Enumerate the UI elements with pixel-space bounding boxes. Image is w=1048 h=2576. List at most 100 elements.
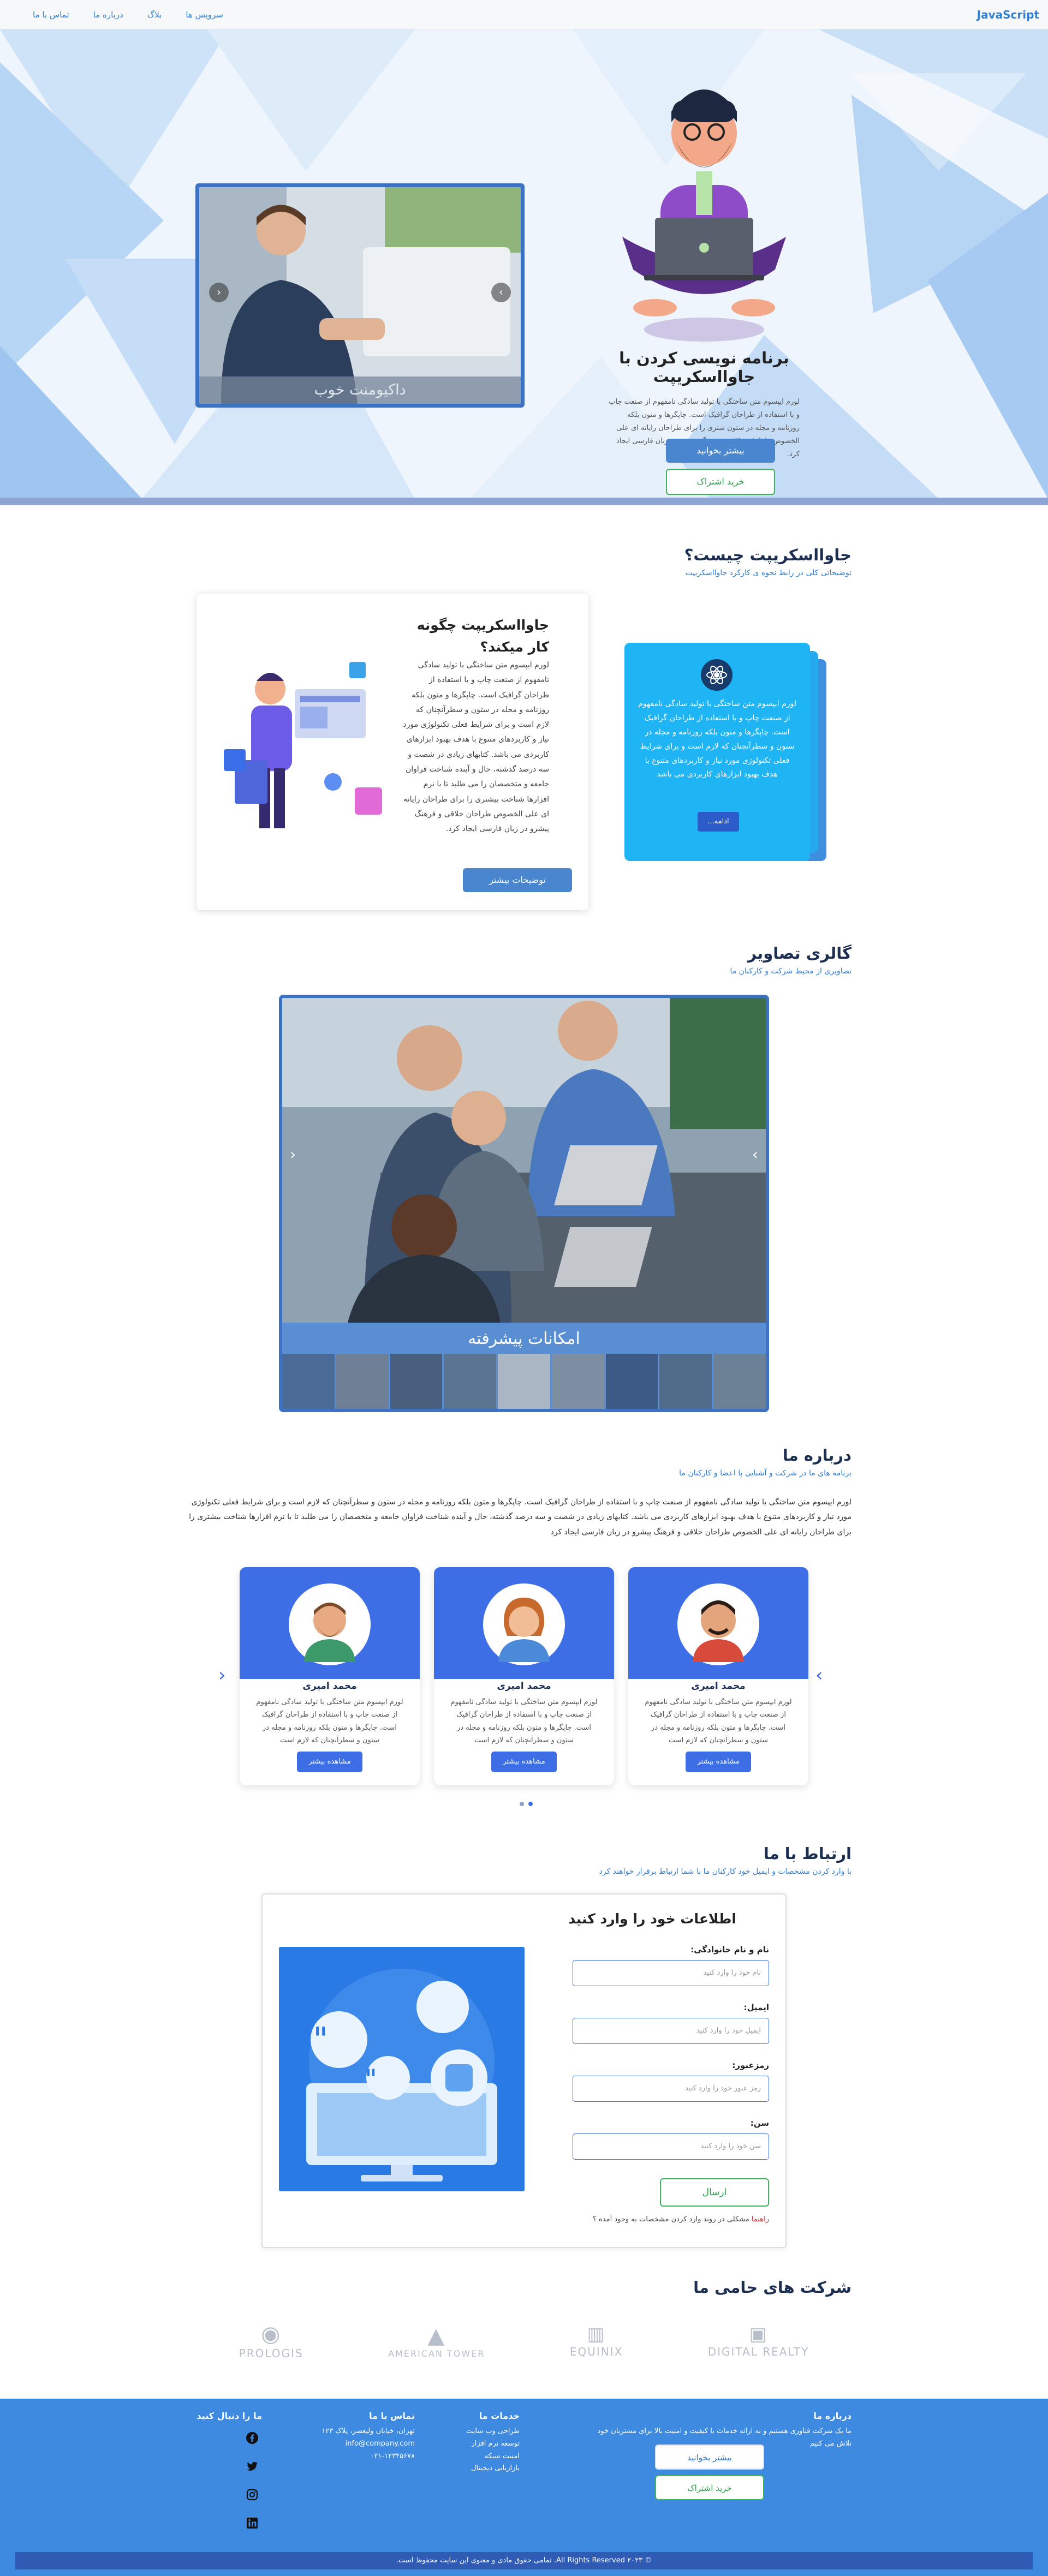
gallery-thumbnail[interactable] bbox=[498, 1354, 550, 1409]
contact-subtitle: با وارد کردن مشخصات و ایمیل خود کارکنان … bbox=[599, 1867, 851, 1876]
hero-title: برنامه نویسی کردن با جاوااسکریپت bbox=[619, 349, 789, 386]
footer-service-link[interactable]: بازاریابی دیجیتال bbox=[432, 2463, 520, 2475]
footer-about-title: درباره ما bbox=[813, 2411, 851, 2421]
form-title: اطلاعات خود را وارد کنید bbox=[568, 1911, 736, 1927]
carousel-dot[interactable] bbox=[528, 1802, 533, 1806]
developer-photo bbox=[199, 187, 521, 404]
instagram-icon[interactable] bbox=[246, 2488, 259, 2501]
slider-next-icon[interactable]: › bbox=[491, 283, 511, 302]
nav-link-services[interactable]: سرویس ها bbox=[186, 10, 223, 20]
gallery-heading: گالری تصاویر تصاویری از محیط شرکت و کارک… bbox=[730, 944, 1048, 976]
gallery-thumbnail[interactable] bbox=[390, 1354, 443, 1409]
nav-link-blog[interactable]: بلاگ bbox=[147, 10, 162, 20]
footer-email[interactable]: info@company.com bbox=[295, 2438, 415, 2451]
nav-link-about[interactable]: درباره ما bbox=[93, 10, 123, 20]
view-more-button[interactable]: مشاهده بیشتر bbox=[491, 1752, 557, 1772]
age-field-group: سن: سن خود را وارد کنید bbox=[573, 2118, 769, 2160]
contact-illustration: " " bbox=[279, 1947, 525, 2191]
contact-title: ارتباط با ما bbox=[763, 1844, 851, 1863]
team-member-bio: لورم ایپسوم متن ساختگی با تولید سادگی نا… bbox=[450, 1698, 598, 1745]
help-question: مشکلی در روند وارد کردن مشخصات به وجود آ… bbox=[592, 2215, 749, 2224]
footer-service-link[interactable]: توسعه نرم افزار bbox=[432, 2438, 520, 2451]
nav-link-contact[interactable]: تماس با ما bbox=[33, 10, 69, 20]
read-more-button[interactable]: بیشتر بخوانید bbox=[666, 439, 775, 463]
image-gallery[interactable]: ‹ › امکانات پیشرفته bbox=[279, 995, 769, 1412]
gallery-thumbnail[interactable] bbox=[551, 1354, 604, 1409]
password-input[interactable]: رمز عبور خود را وارد کنید bbox=[573, 2076, 769, 2102]
gallery-next-icon[interactable]: › bbox=[752, 1145, 758, 1163]
gallery-prev-icon[interactable]: ‹ bbox=[290, 1145, 296, 1163]
contact-heading: ارتباط با ما با وارد کردن مشخصات و ایمیل… bbox=[599, 1844, 1048, 1876]
send-button[interactable]: ارسال bbox=[660, 2178, 769, 2207]
gallery-title: گالری تصاویر bbox=[747, 944, 851, 963]
footer-service-link[interactable]: طراحی وب سایت bbox=[432, 2425, 520, 2438]
sponsor-logo-equinix[interactable]: ▥ EQUINIX bbox=[570, 2323, 623, 2358]
hero-image-slider[interactable]: ‹ › داکیومنت خوب bbox=[195, 183, 525, 408]
twitter-icon[interactable] bbox=[246, 2460, 259, 2473]
brand-logo[interactable]: JavaScript bbox=[977, 8, 1039, 21]
sponsor-logo-digital-realty[interactable]: ▣ DIGITAL REALTY bbox=[708, 2323, 809, 2358]
how-it-works-card: جاوااسکریپت چگونه کار میکند؟ لورم ایپسوم… bbox=[196, 594, 588, 910]
team-card: محمد امیری لورم ایپسوم متن ساختگی با تول… bbox=[240, 1567, 420, 1785]
view-more-button[interactable]: مشاهده بیشتر bbox=[297, 1752, 362, 1772]
age-input[interactable]: سن خود را وارد کنید bbox=[573, 2133, 769, 2160]
site-footer: درباره ما ما یک شرکت فناوری هستیم و به ا… bbox=[0, 2399, 1048, 2576]
carousel-dot[interactable] bbox=[520, 1802, 524, 1806]
name-field-group: نام و نام خانوادگی: نام خود را وارد کنید bbox=[573, 1945, 769, 1986]
hero-section: ‹ › داکیومنت خوب برنامه نویسی کردن با جا… bbox=[0, 29, 1048, 505]
footer-services-title: خدمات ما bbox=[479, 2411, 520, 2421]
name-input[interactable]: نام خود را وارد کنید bbox=[573, 1960, 769, 1986]
footer-phone: ۰۲۱-۱۲۳۴۵۶۷۸ bbox=[370, 2452, 415, 2460]
footer-service-link[interactable]: امنیت شبکه bbox=[432, 2451, 520, 2463]
gallery-main-image bbox=[282, 998, 766, 1323]
blue-info-card: لورم ایپسوم متن ساختگی با تولید سادگی نا… bbox=[624, 643, 832, 861]
atom-icon bbox=[701, 659, 733, 691]
facebook-icon[interactable] bbox=[246, 2431, 259, 2444]
help-link[interactable]: راهنما bbox=[752, 2215, 769, 2224]
sponsor-logo-american-tower[interactable]: ▲ AMERICAN TOWER bbox=[388, 2323, 485, 2359]
gallery-thumbnail[interactable] bbox=[659, 1354, 712, 1409]
footer-read-more-button[interactable]: بیشتر بخوانید bbox=[655, 2444, 764, 2470]
view-more-button[interactable]: مشاهده بیشتر bbox=[686, 1752, 751, 1772]
svg-text:": " bbox=[365, 2064, 377, 2095]
footer-follow: ما را دنبال کنید bbox=[175, 2411, 262, 2425]
continue-button[interactable]: ادامه... bbox=[698, 812, 739, 832]
gallery-caption: امکانات پیشرفته bbox=[468, 1329, 580, 1348]
avatar bbox=[677, 1583, 759, 1665]
team-card: محمد امیری لورم ایپسوم متن ساختگی با تول… bbox=[628, 1567, 808, 1785]
what-subtitle: توضیحاتی کلی در رابط نحوه ی کارکرد جاواا… bbox=[685, 569, 851, 577]
linkedin-icon[interactable] bbox=[246, 2517, 259, 2530]
nav-links: سرویس ها بلاگ درباره ما تماس با ما bbox=[33, 10, 223, 20]
more-details-button[interactable]: توضیحات بیشتر bbox=[463, 868, 572, 892]
email-input[interactable]: ایمیل خود را وارد کنید bbox=[573, 2018, 769, 2044]
hero-bottom-bar bbox=[0, 498, 1048, 505]
svg-text:": " bbox=[313, 2021, 328, 2059]
footer-buy-button[interactable]: خرید اشتراک bbox=[655, 2475, 764, 2500]
how-text: لورم ایپسوم متن ساختگی با تولید سادگی نا… bbox=[403, 661, 549, 834]
team-next-icon[interactable]: › bbox=[815, 1664, 823, 1686]
slider-caption: داکیومنت خوب bbox=[199, 376, 521, 404]
about-heading: درباره ما برنامه های ما در شرکت و آشنایی… bbox=[679, 1446, 1048, 1478]
gallery-thumbnail[interactable] bbox=[605, 1354, 658, 1409]
gallery-thumbnail[interactable] bbox=[282, 1354, 335, 1409]
copyright-bar: © ۲۰۲۳ All Rights Reserved. تمامی حقوق م… bbox=[15, 2552, 1033, 2569]
about-subtitle: برنامه های ما در شرکت و آشنایی با اعضا و… bbox=[679, 1469, 851, 1478]
gallery-thumbnail[interactable] bbox=[336, 1354, 389, 1409]
footer-address: تهران، خیابان ولیعصر، پلاک ۱۲۳ bbox=[321, 2427, 415, 2435]
gallery-subtitle: تصاویری از محیط شرکت و کارکنان ما bbox=[730, 967, 851, 976]
developer-illustration bbox=[224, 662, 382, 828]
team-member-bio: لورم ایپسوم متن ساختگی با تولید سادگی نا… bbox=[256, 1698, 403, 1745]
team-prev-icon[interactable]: ‹ bbox=[218, 1664, 226, 1686]
password-field-group: رمزعبور: رمز عبور خود را وارد کنید bbox=[573, 2060, 769, 2102]
buy-subscription-button[interactable]: خرید اشتراک bbox=[666, 469, 775, 495]
contact-form-box: اطلاعات خود را وارد کنید نام و نام خانوا… bbox=[261, 1893, 787, 2248]
what-title: جاوااسکریپت چیست؟ bbox=[684, 546, 851, 564]
password-label: رمزعبور: bbox=[732, 2060, 769, 2070]
slider-prev-icon[interactable]: ‹ bbox=[209, 283, 229, 302]
footer-contact: تماس با ما تهران، خیابان ولیعصر، پلاک ۱۲… bbox=[295, 2411, 415, 2463]
email-label: ایمیل: bbox=[743, 2003, 769, 2012]
blue-card-text: لورم ایپسوم متن ساختگی با تولید سادگی نا… bbox=[638, 700, 796, 779]
gallery-thumbnail[interactable] bbox=[444, 1354, 497, 1409]
gallery-thumbnail[interactable] bbox=[713, 1354, 766, 1409]
sponsor-logo-prologis[interactable]: ◉ PROLOGIS bbox=[239, 2322, 303, 2360]
